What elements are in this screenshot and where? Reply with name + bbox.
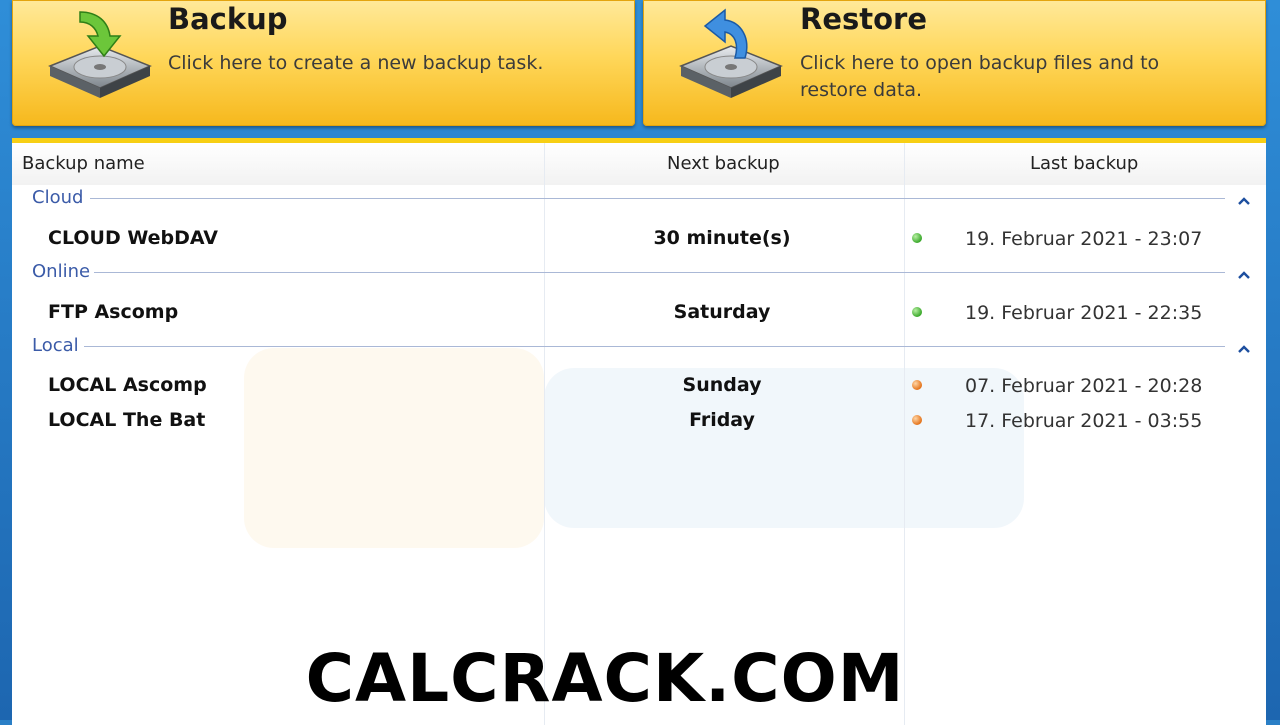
- chevron-up-icon[interactable]: [1236, 193, 1252, 209]
- backup-description: Click here to create a new backup task.: [168, 52, 544, 74]
- column-header-next[interactable]: Next backup: [667, 153, 780, 174]
- column-divider: [544, 143, 545, 725]
- status-warning-icon: [912, 380, 922, 390]
- chevron-up-icon[interactable]: [1236, 267, 1252, 283]
- table-row-last: 19. Februar 2021 - 23:07: [965, 228, 1203, 250]
- backup-tile[interactable]: Backup Click here to create a new backup…: [12, 0, 635, 126]
- status-ok-icon: [912, 307, 922, 317]
- status-warning-icon: [912, 415, 922, 425]
- status-ok-icon: [912, 233, 922, 243]
- column-header-name[interactable]: Backup name: [22, 153, 145, 174]
- column-divider: [904, 143, 905, 725]
- group-label-online: Online: [32, 261, 91, 282]
- table-row-next: 30 minute(s): [653, 227, 791, 249]
- app-window: Backup Click here to create a new backup…: [0, 0, 1280, 725]
- group-divider: [84, 346, 1225, 347]
- table-row-next: Saturday: [673, 301, 771, 323]
- group-label-cloud: Cloud: [32, 187, 84, 208]
- site-watermark: CALCRACK.COM: [305, 640, 905, 717]
- disk-arrow-back-icon: [679, 8, 783, 98]
- restore-tile[interactable]: Restore Click here to open backup files …: [643, 0, 1266, 126]
- table-header: Backup name Next backup Last backup: [12, 143, 1266, 185]
- table-row-name[interactable]: FTP Ascomp: [48, 301, 178, 323]
- group-divider: [90, 198, 1225, 199]
- disk-arrow-down-icon: [48, 11, 152, 98]
- table-row-name[interactable]: LOCAL The Bat: [48, 409, 205, 431]
- table-row-name[interactable]: LOCAL Ascomp: [48, 374, 207, 396]
- backup-title: Backup: [168, 2, 288, 36]
- column-header-last[interactable]: Last backup: [1030, 153, 1138, 174]
- restore-title: Restore: [800, 2, 928, 36]
- backup-list-panel: Backup name Next backup Last backup Clou…: [12, 138, 1266, 725]
- group-divider: [94, 272, 1225, 273]
- table-row-last: 07. Februar 2021 - 20:28: [965, 375, 1203, 397]
- table-row-next: Friday: [689, 409, 755, 431]
- table-row-next: Sunday: [682, 374, 762, 396]
- restore-description: Click here to open backup files and to r…: [800, 52, 1160, 101]
- table-row-name[interactable]: CLOUD WebDAV: [48, 227, 218, 249]
- group-label-local: Local: [32, 335, 79, 356]
- table-row-last: 17. Februar 2021 - 03:55: [965, 410, 1203, 432]
- chevron-up-icon[interactable]: [1236, 341, 1252, 357]
- table-row-last: 19. Februar 2021 - 22:35: [965, 302, 1203, 324]
